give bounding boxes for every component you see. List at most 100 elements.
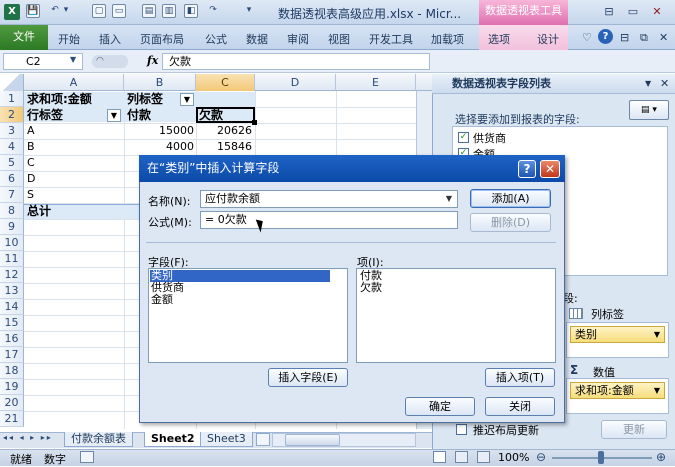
- cell-b2[interactable]: 付款: [127, 107, 151, 123]
- tab-view[interactable]: 视图: [328, 31, 350, 47]
- cell-a2[interactable]: 行标签: [27, 107, 63, 123]
- sheet-tab-sheet2[interactable]: Sheet2: [144, 432, 202, 447]
- cell-c2-selected[interactable]: 欠款: [196, 107, 255, 123]
- zoom-out-button[interactable]: ⊖: [536, 450, 546, 464]
- tab-developer[interactable]: 开发工具: [369, 31, 413, 47]
- dialog-close-button[interactable]: ✕: [540, 160, 560, 178]
- sheet-tab-sheet3[interactable]: Sheet3: [200, 432, 253, 447]
- macro-record-icon[interactable]: [80, 451, 94, 463]
- ribbon-close-icon[interactable]: ✕: [659, 31, 668, 44]
- pane-close-icon[interactable]: ✕: [660, 77, 669, 90]
- cell-b1[interactable]: 列标签: [127, 91, 163, 107]
- row-header[interactable]: 7: [0, 187, 24, 203]
- cell-a7[interactable]: S: [27, 187, 34, 203]
- maximize-button[interactable]: ▭: [624, 5, 642, 19]
- chevron-down-icon[interactable]: ▼: [654, 327, 660, 342]
- row-header[interactable]: 5: [0, 155, 24, 171]
- column-header-a[interactable]: A: [24, 74, 124, 91]
- table-icon[interactable]: ▥: [162, 4, 176, 18]
- minimize-button[interactable]: ⊟: [600, 5, 618, 19]
- row-header[interactable]: 21: [0, 411, 24, 427]
- row-header[interactable]: 6: [0, 171, 24, 187]
- insert-item-button[interactable]: 插入项(T): [485, 368, 555, 387]
- tab-design[interactable]: 设计: [537, 31, 559, 47]
- normal-view-icon[interactable]: [433, 451, 446, 463]
- row-header[interactable]: 15: [0, 315, 24, 331]
- new-document-icon[interactable]: ▢: [92, 4, 106, 18]
- formula-field[interactable]: = 0欠款: [200, 211, 458, 229]
- tab-formulas[interactable]: 公式: [205, 31, 227, 47]
- cell-b3[interactable]: 15000: [124, 123, 194, 139]
- name-box-dropdown-icon[interactable]: ▼: [70, 55, 76, 64]
- redo-icon[interactable]: ↷: [206, 4, 220, 18]
- defer-update-checkbox[interactable]: [456, 424, 467, 435]
- fill-handle[interactable]: [252, 120, 257, 125]
- tab-review[interactable]: 审阅: [287, 31, 309, 47]
- ribbon-minimize-icon[interactable]: ⊟: [620, 31, 629, 44]
- cell-a5[interactable]: C: [27, 155, 35, 171]
- open-icon[interactable]: ▭: [112, 4, 126, 18]
- items-listbox[interactable]: [356, 268, 556, 363]
- row-header[interactable]: 12: [0, 267, 24, 283]
- dialog-help-button[interactable]: ?: [518, 160, 536, 178]
- tab-insert[interactable]: 插入: [99, 31, 121, 47]
- cell-a6[interactable]: D: [27, 171, 35, 187]
- formula-input[interactable]: 欠款: [162, 53, 430, 70]
- sheet-nav-arrows[interactable]: ◂◂ ◂ ▸ ▸▸: [3, 433, 53, 442]
- help-icon[interactable]: ?: [598, 29, 613, 44]
- row-header[interactable]: 17: [0, 347, 24, 363]
- page-layout-view-icon[interactable]: [455, 451, 468, 463]
- cell-c3[interactable]: 20626: [196, 123, 252, 139]
- favorite-icon[interactable]: ♡: [582, 31, 592, 44]
- row-header[interactable]: 2: [0, 107, 24, 123]
- cell-a4[interactable]: B: [27, 139, 35, 155]
- close-button[interactable]: ✕: [648, 5, 666, 19]
- fx-icon[interactable]: fx: [147, 54, 158, 67]
- tab-options[interactable]: 选项: [488, 31, 510, 47]
- row-header[interactable]: 14: [0, 299, 24, 315]
- value-field-sum-amount[interactable]: 求和项:金额 ▼: [570, 382, 665, 399]
- tab-addins[interactable]: 加载项: [431, 31, 464, 47]
- undo-dropdown-icon[interactable]: ▾: [62, 4, 70, 18]
- row-header[interactable]: 18: [0, 363, 24, 379]
- tab-data[interactable]: 数据: [246, 31, 268, 47]
- add-button[interactable]: 添加(A): [470, 189, 551, 208]
- zoom-in-button[interactable]: ⊕: [656, 450, 666, 464]
- row-header[interactable]: 16: [0, 331, 24, 347]
- form-icon[interactable]: ▤: [142, 4, 156, 18]
- undo-icon[interactable]: ↶: [48, 4, 62, 18]
- ribbon-restore-icon[interactable]: ⧉: [640, 31, 648, 45]
- chevron-down-icon[interactable]: ▼: [654, 383, 660, 398]
- row-header[interactable]: 11: [0, 251, 24, 267]
- column-labels-filter-button[interactable]: ▼: [180, 93, 194, 106]
- item-arrears[interactable]: 欠款: [360, 282, 382, 294]
- column-field-category[interactable]: 类别 ▼: [570, 326, 665, 343]
- file-tab[interactable]: 文件: [0, 25, 48, 50]
- formula-bar-slider-icon[interactable]: ◠: [92, 55, 128, 68]
- row-header[interactable]: 10: [0, 235, 24, 251]
- print-preview-icon[interactable]: ◧: [184, 4, 198, 18]
- row-header[interactable]: 9: [0, 219, 24, 235]
- insert-field-button[interactable]: 插入字段(E): [268, 368, 348, 387]
- cell-b4[interactable]: 4000: [124, 139, 194, 155]
- customize-quick-access-icon[interactable]: ▾: [242, 4, 256, 18]
- close-dialog-button[interactable]: 关闭: [485, 397, 555, 416]
- select-all-corner[interactable]: [0, 74, 24, 91]
- field-item-amount[interactable]: 金额: [151, 294, 173, 306]
- column-header-c[interactable]: C: [196, 74, 255, 91]
- zoom-level[interactable]: 100%: [498, 451, 529, 464]
- layout-options-button[interactable]: ▤ ▾: [629, 100, 669, 120]
- tab-page-layout[interactable]: 页面布局: [140, 31, 184, 47]
- cell-c4[interactable]: 15846: [196, 139, 252, 155]
- chevron-down-icon[interactable]: ▼: [442, 192, 456, 206]
- column-header-d[interactable]: D: [255, 74, 336, 91]
- ok-button[interactable]: 确定: [405, 397, 475, 416]
- field-checkbox-supplier[interactable]: ✓: [458, 132, 469, 143]
- row-header[interactable]: 8: [0, 203, 24, 219]
- cell-a3[interactable]: A: [27, 123, 35, 139]
- column-header-e[interactable]: E: [336, 74, 416, 91]
- update-button[interactable]: 更新: [601, 420, 667, 439]
- name-combobox[interactable]: 应付款余额: [200, 190, 458, 208]
- row-header[interactable]: 19: [0, 379, 24, 395]
- zoom-slider-thumb[interactable]: [598, 451, 604, 464]
